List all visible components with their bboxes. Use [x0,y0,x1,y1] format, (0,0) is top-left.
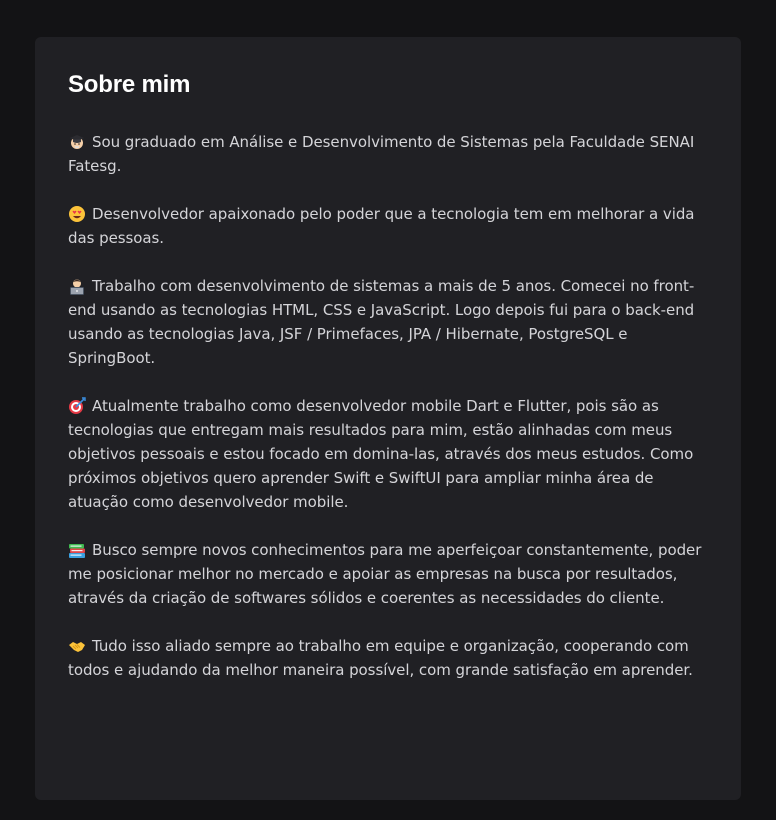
graduate-icon [68,133,87,149]
books-icon [68,541,87,558]
about-paragraph-passion: Desenvolvedor apaixonado pelo poder que … [68,202,708,250]
about-paragraph-experience: Trabalho com desenvolvimento de sistemas… [68,274,708,370]
about-card: Sobre mim Sou graduado em Análise e Dese… [35,37,741,800]
paragraph-text: Desenvolvedor apaixonado pelo poder que … [68,205,695,247]
about-paragraph-teamwork: Tudo isso aliado sempre ao trabalho em e… [68,634,708,682]
handshake-icon [68,637,87,653]
paragraph-text: Atualmente trabalho como desenvolvedor m… [68,397,694,511]
section-title: Sobre mim [68,71,191,98]
about-paragraph-education: Sou graduado em Análise e Desenvolviment… [68,130,708,178]
about-paragraph-learning: Busco sempre novos conhecimentos para me… [68,538,708,610]
target-icon [68,397,87,414]
paragraph-text: Busco sempre novos conhecimentos para me… [68,541,702,607]
paragraph-text: Tudo isso aliado sempre ao trabalho em e… [68,637,693,679]
about-paragraph-current: Atualmente trabalho como desenvolvedor m… [68,394,708,514]
paragraph-text: Trabalho com desenvolvimento de sistemas… [68,277,695,367]
heart-eyes-icon [68,205,87,222]
paragraph-text: Sou graduado em Análise e Desenvolviment… [68,133,695,175]
technologist-icon [68,277,87,295]
